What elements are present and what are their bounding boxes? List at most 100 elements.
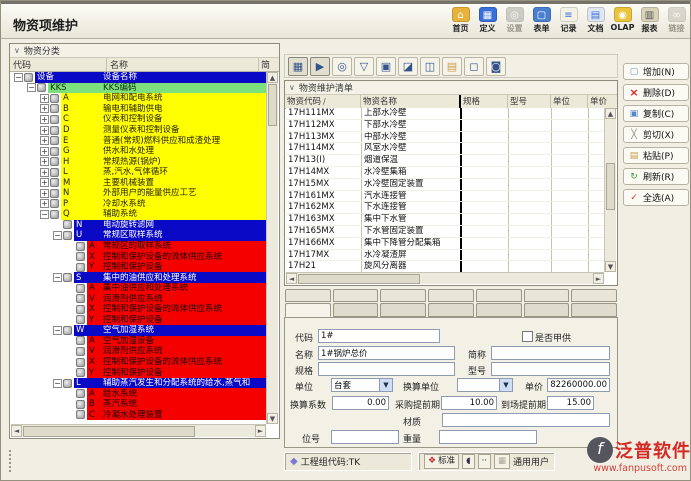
- tree-row[interactable]: − KKS KKS编码: [11, 83, 266, 94]
- code-field[interactable]: [318, 329, 440, 343]
- tree-expander[interactable]: −: [53, 326, 62, 335]
- tree-expander[interactable]: +: [40, 115, 49, 124]
- tab[interactable]: [285, 289, 331, 302]
- tree-row[interactable]: + P 冷却水系统: [11, 199, 266, 210]
- nav-item[interactable]: ▥ 报表: [636, 7, 663, 34]
- tab[interactable]: [333, 289, 379, 302]
- tree-horizontal-scrollbar[interactable]: ◄ ►: [11, 424, 266, 437]
- nav-item[interactable]: ≡ 记录: [555, 7, 582, 34]
- toolbar-button[interactable]: ▦: [288, 57, 308, 76]
- tab[interactable]: [380, 303, 426, 317]
- tree-row[interactable]: + E 普通(常规)燃料供应和成渣处理: [11, 135, 266, 146]
- tab[interactable]: [380, 289, 426, 302]
- purchase-lead-field[interactable]: [441, 396, 497, 410]
- tab[interactable]: [476, 303, 522, 317]
- tree-row[interactable]: + D 测量仪表和控制设备: [11, 125, 266, 136]
- table-row[interactable]: 17H161MX 汽水连接管: [286, 191, 604, 203]
- tree-row[interactable]: + N 外部用户的能量供应工艺: [11, 188, 266, 199]
- col-material-name[interactable]: 物资名称: [361, 95, 461, 108]
- tree-row[interactable]: A 给水系统: [11, 388, 266, 399]
- tree-expander[interactable]: +: [40, 126, 49, 135]
- tree-row[interactable]: + H 常规热源(锅炉): [11, 156, 266, 167]
- more-button[interactable]: ··: [478, 454, 491, 469]
- tree-row[interactable]: Y 控制和保护设备: [11, 367, 266, 378]
- tab[interactable]: [428, 303, 474, 317]
- table-row[interactable]: 17H165MX 下水管固定装置: [286, 226, 604, 238]
- tree-row[interactable]: A 集中油供应和处理系统: [11, 283, 266, 294]
- tree-vertical-scrollbar[interactable]: ▲ ▼: [266, 72, 278, 424]
- nav-item[interactable]: ⌂ 首页: [447, 7, 474, 34]
- tree-row[interactable]: + C 仪表和控制设备: [11, 114, 266, 125]
- tree-expander[interactable]: +: [40, 189, 49, 198]
- table-row[interactable]: 17H114MX 风室水冷壁: [286, 143, 604, 155]
- nav-item[interactable]: ▤ 文档: [582, 7, 609, 34]
- price-field[interactable]: [547, 378, 610, 392]
- tree-col-name[interactable]: 名称: [107, 58, 259, 71]
- tree-row[interactable]: − W 空气加湿系统: [11, 325, 266, 336]
- col-spec[interactable]: 规格: [461, 95, 508, 108]
- tree-row[interactable]: − S 集中的油供应和处理系统: [11, 272, 266, 283]
- table-row[interactable]: 17H113MX 中部水冷壁: [286, 132, 604, 144]
- tree-row[interactable]: + G 供水和水处理: [11, 146, 266, 157]
- tree-expander[interactable]: −: [27, 83, 36, 92]
- toolbar-button[interactable]: ◪: [398, 57, 418, 76]
- nav-item[interactable]: ▦ 定义: [474, 7, 501, 34]
- tree-expander[interactable]: +: [40, 168, 49, 177]
- unit-select[interactable]: 台套 ▼: [331, 378, 393, 392]
- tab[interactable]: [476, 289, 522, 302]
- resize-grip[interactable]: [9, 450, 15, 472]
- action-button[interactable]: ↻ 刷新(R): [623, 168, 689, 185]
- tab[interactable]: [428, 289, 474, 302]
- action-button[interactable]: ▢ 增加(N): [623, 63, 689, 80]
- tree-row[interactable]: A 空气加湿设备: [11, 336, 266, 347]
- tab[interactable]: [285, 303, 331, 317]
- tree-row[interactable]: V 润滑剂供应系统: [11, 346, 266, 357]
- table-row[interactable]: 17H13(I) 烟道保温: [286, 155, 604, 167]
- tree-expander[interactable]: +: [40, 136, 49, 145]
- tree-col-code[interactable]: 代码: [10, 58, 107, 71]
- table-row[interactable]: 17H166MX 集中下降管分配集箱: [286, 238, 604, 250]
- table-row[interactable]: 17H15MX 水冷壁固定装置: [286, 179, 604, 191]
- col-price[interactable]: 单价: [588, 95, 617, 108]
- tree-row[interactable]: X 控制和保护设备的流体供应系统: [11, 304, 266, 315]
- model-field[interactable]: [491, 362, 610, 376]
- tab[interactable]: [571, 289, 617, 302]
- list-panel-header[interactable]: ∨ 物资维护清单: [285, 81, 617, 95]
- tree-expander[interactable]: −: [40, 210, 49, 219]
- tree-row[interactable]: + L 蒸,汽水,气体循环: [11, 167, 266, 178]
- tree-row[interactable]: − 设备 设备名称: [11, 72, 266, 83]
- weight-field[interactable]: [439, 430, 537, 444]
- tree-row[interactable]: N 电动旋转滤网: [11, 220, 266, 231]
- chevron-down-icon[interactable]: ∨: [289, 83, 295, 92]
- toolbar-button[interactable]: ◙: [486, 57, 506, 76]
- tree-row[interactable]: + B 输电和辅助供电: [11, 104, 266, 115]
- tree-row[interactable]: V 润滑剂供应系统: [11, 293, 266, 304]
- nav-item[interactable]: ◎ 设置: [501, 7, 528, 34]
- list-vertical-scrollbar[interactable]: ▲ ▼: [604, 108, 616, 272]
- tree-row[interactable]: B 蒸汽系统: [11, 399, 266, 410]
- tab[interactable]: [333, 303, 379, 317]
- arrival-lead-field[interactable]: [547, 396, 594, 410]
- toolbar-button[interactable]: ▤: [442, 57, 462, 76]
- tree-expander[interactable]: −: [53, 231, 62, 240]
- toolbar-button[interactable]: ◎: [332, 57, 352, 76]
- tree-row[interactable]: A 常规区的取样系统: [11, 241, 266, 252]
- tree-row[interactable]: X 控制和保护设备的流体供应系统: [11, 251, 266, 262]
- chevron-down-icon[interactable]: ▼: [379, 379, 392, 391]
- tree-expander[interactable]: −: [53, 273, 62, 282]
- convert-unit-select[interactable]: ▼: [457, 378, 513, 392]
- tab[interactable]: [524, 303, 570, 317]
- night-mode-button[interactable]: ◖: [462, 454, 474, 469]
- tree-expander[interactable]: −: [14, 73, 23, 82]
- tree-expander[interactable]: +: [40, 199, 49, 208]
- tree-row[interactable]: C 冷凝水处理装置: [11, 410, 266, 421]
- table-row[interactable]: 17H21 旋风分离器: [286, 261, 604, 272]
- tree-row[interactable]: + M 主要机械装置: [11, 177, 266, 188]
- table-row[interactable]: 17H14MX 水冷壁集箱: [286, 167, 604, 179]
- table-row[interactable]: 17H111MX 上部水冷壁: [286, 108, 604, 120]
- action-button[interactable]: ▤ 粘贴(P): [623, 147, 689, 164]
- toolbar-button[interactable]: ▣: [376, 57, 396, 76]
- tree-expander[interactable]: +: [40, 104, 49, 113]
- tree-col-short[interactable]: 简: [259, 58, 279, 71]
- toolbar-button[interactable]: ◻: [464, 57, 484, 76]
